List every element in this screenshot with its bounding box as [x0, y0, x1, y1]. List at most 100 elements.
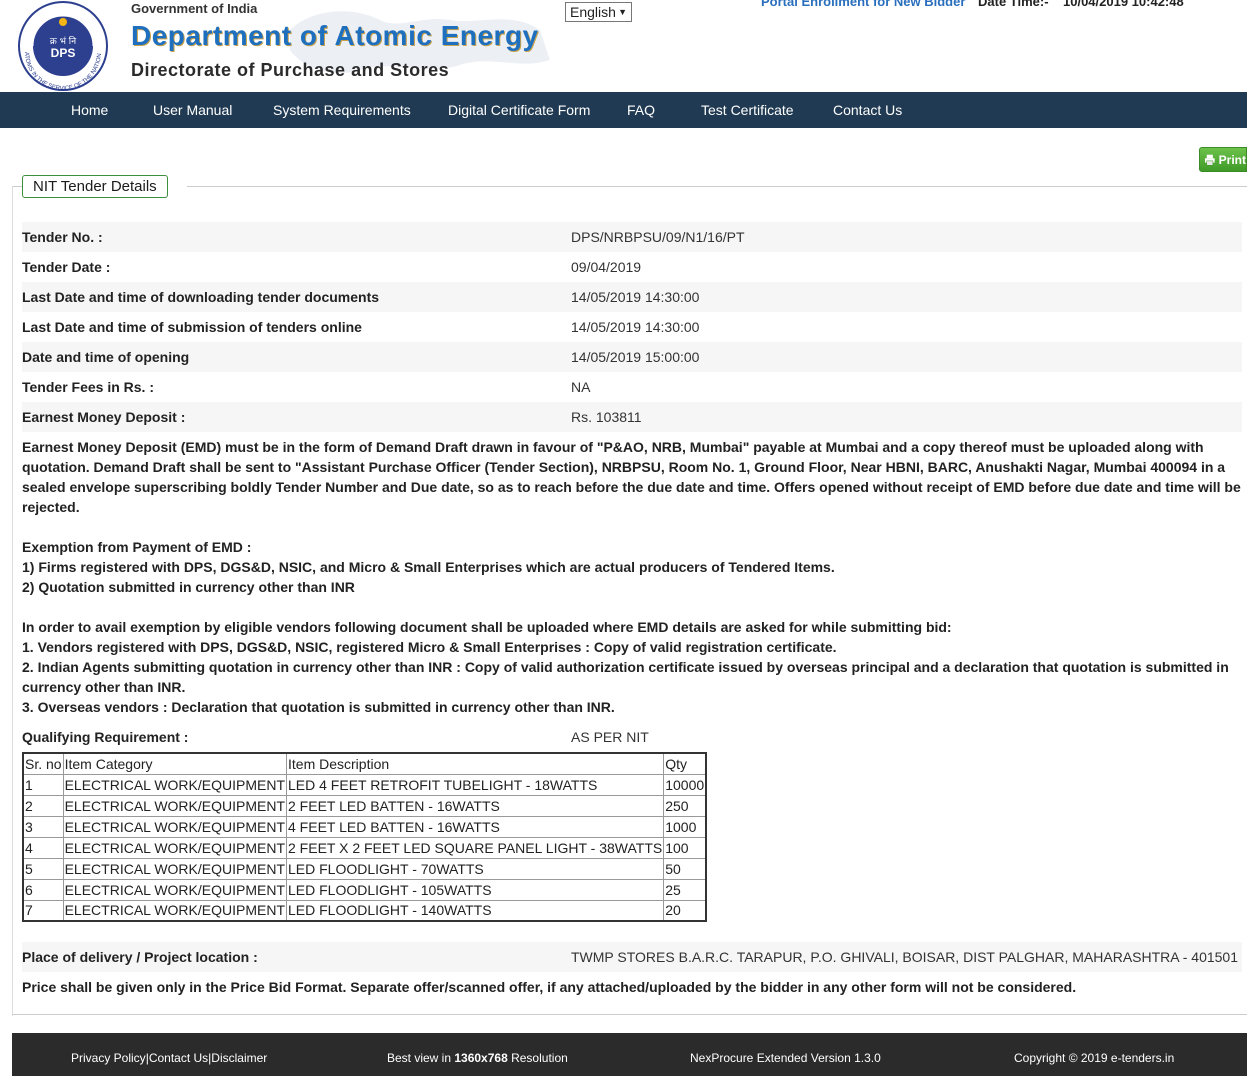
emd-line: In order to avail exemption by eligible … — [22, 619, 952, 635]
detail-label: Tender No. : — [22, 229, 103, 245]
table-cell: 5 — [22, 857, 64, 880]
table-cell: ELECTRICAL WORK/EQUIPMENT — [62, 857, 288, 880]
directorate-title: Directorate of Purchase and Stores — [131, 60, 450, 80]
table-cell: 1 — [22, 773, 64, 796]
disclaimer-link[interactable]: Disclaimer — [211, 1051, 267, 1065]
nav-faq[interactable]: FAQ — [627, 92, 655, 128]
version-text: NexProcure Extended Version 1.3.0 — [690, 1051, 881, 1065]
table-cell: LED FLOODLIGHT - 105WATTS — [285, 878, 665, 901]
detail-value: 14/05/2019 15:00:00 — [571, 349, 700, 365]
table-cell: 50 — [663, 857, 707, 880]
table-cell: ELECTRICAL WORK/EQUIPMENT — [62, 794, 288, 817]
detail-row-opening-date: Date and time of opening 14/05/2019 15:0… — [22, 342, 1242, 372]
detail-label: Qualifying Requirement : — [22, 729, 189, 745]
table-cell: 10000 — [663, 773, 707, 796]
best-view-suffix: Resolution — [507, 1051, 568, 1065]
emd-line: currency other than INR. — [22, 679, 186, 695]
table-cell: 2 FEET LED BATTEN - 16WATTS — [285, 794, 665, 817]
table-cell: 7 — [22, 899, 64, 922]
detail-value: 09/04/2019 — [571, 259, 642, 275]
emd-line: 1. Vendors registered with DPS, DGS&D, N… — [22, 639, 837, 655]
table-cell: 4 — [22, 836, 64, 859]
table-row: 2 ELECTRICAL WORK/EQUIPMENT 2 FEET LED B… — [22, 794, 707, 817]
nav-test-certificate[interactable]: Test Certificate — [701, 92, 794, 128]
table-row: 5 ELECTRICAL WORK/EQUIPMENT LED FLOODLIG… — [22, 857, 707, 880]
language-select[interactable]: English ▼ — [565, 2, 632, 22]
nav-contact-us[interactable]: Contact Us — [833, 92, 902, 128]
detail-label: Tender Date : — [22, 259, 111, 275]
fieldset-top-border — [187, 186, 1247, 187]
detail-value: Rs. 103811 — [571, 409, 642, 425]
print-button[interactable]: Print — [1199, 147, 1247, 172]
copyright-text: Copyright © 2019 e-tenders.in — [1014, 1051, 1175, 1065]
emd-line: Exemption from Payment of EMD : — [22, 539, 252, 555]
privacy-policy-link[interactable]: Privacy Policy — [71, 1051, 146, 1065]
table-cell: LED FLOODLIGHT - 140WATTS — [285, 899, 665, 922]
items-table: Sr. no Item Category Item Description Qt… — [22, 752, 708, 922]
column-header: Item Category — [62, 752, 288, 775]
detail-label: Last Date and time of submission of tend… — [22, 319, 362, 335]
column-header: Item Description — [285, 752, 665, 775]
table-row: 6 ELECTRICAL WORK/EQUIPMENT LED FLOODLIG… — [22, 878, 707, 901]
column-header: Qty — [663, 752, 707, 775]
detail-row-tender-no: Tender No. : DPS/NRBPSU/09/N1/16/PT — [22, 222, 1242, 252]
detail-row-emd: Earnest Money Deposit : Rs. 103811 — [22, 402, 1242, 432]
table-row: 3 ELECTRICAL WORK/EQUIPMENT 4 FEET LED B… — [22, 815, 707, 838]
footer-divider — [12, 1014, 1247, 1015]
table-cell: 2 FEET X 2 FEET LED SQUARE PANEL LIGHT -… — [285, 836, 665, 859]
print-label: Print — [1218, 152, 1246, 167]
table-cell: ELECTRICAL WORK/EQUIPMENT — [62, 878, 288, 901]
government-label: Government of India — [131, 1, 258, 16]
table-cell: 250 — [663, 794, 707, 817]
nav-digital-certificate-form[interactable]: Digital Certificate Form — [448, 92, 590, 128]
detail-label: Tender Fees in Rs. : — [22, 379, 154, 395]
detail-row-download-deadline: Last Date and time of downloading tender… — [22, 282, 1242, 312]
detail-value: 14/05/2019 14:30:00 — [571, 289, 700, 305]
table-row: 4 ELECTRICAL WORK/EQUIPMENT 2 FEET X 2 F… — [22, 836, 707, 859]
best-view-prefix: Best view in — [387, 1051, 455, 1065]
table-cell: ELECTRICAL WORK/EQUIPMENT — [62, 836, 288, 859]
detail-row-tender-date: Tender Date : 09/04/2019 — [22, 252, 1242, 282]
table-cell: 3 — [22, 815, 64, 838]
detail-row-tender-fees: Tender Fees in Rs. : NA — [22, 372, 1242, 402]
table-cell: 1000 — [663, 815, 707, 838]
emd-line: quotation. Demand Draft shall be sent to… — [22, 459, 1226, 475]
detail-row-submission-deadline: Last Date and time of submission of tend… — [22, 312, 1242, 342]
detail-row-qualifying: Qualifying Requirement : AS PER NIT — [22, 722, 1242, 752]
section-title: NIT Tender Details — [22, 175, 168, 198]
table-cell: ELECTRICAL WORK/EQUIPMENT — [62, 815, 288, 838]
logo-hindi-text: क्र भं नि — [50, 35, 77, 47]
table-cell: 6 — [22, 878, 64, 901]
nav-user-manual[interactable]: User Manual — [153, 92, 232, 128]
detail-value: AS PER NIT — [571, 729, 649, 745]
main-navbar: Home User Manual System Requirements Dig… — [0, 92, 1247, 128]
footer-links: Privacy Policy|Contact Us|Disclaimer — [71, 1051, 267, 1065]
datetime-label: Date Time:- — [978, 0, 1049, 9]
contact-us-link[interactable]: Contact Us — [149, 1051, 208, 1065]
column-header: Sr. no — [22, 752, 64, 775]
emd-line: 2) Quotation submitted in currency other… — [22, 579, 355, 595]
site-footer: Privacy Policy|Contact Us|Disclaimer Bes… — [12, 1033, 1247, 1076]
nav-system-requirements[interactable]: System Requirements — [273, 92, 411, 128]
detail-label: Date and time of opening — [22, 349, 190, 365]
printer-icon — [1205, 154, 1215, 166]
datetime-value: 10/04/2019 10:42:48 — [1063, 0, 1184, 9]
detail-value: TWMP STORES B.A.R.C. TARAPUR, P.O. GHIVA… — [571, 949, 1238, 965]
detail-value: DPS/NRBPSU/09/N1/16/PT — [571, 229, 745, 245]
table-row: 7 ELECTRICAL WORK/EQUIPMENT LED FLOODLIG… — [22, 899, 707, 922]
detail-value: 14/05/2019 14:30:00 — [571, 319, 700, 335]
detail-label: Last Date and time of downloading tender… — [22, 289, 380, 305]
enrollment-link[interactable]: Portal Enrollment for New Bidder — [761, 0, 965, 9]
detail-value: NA — [571, 379, 591, 395]
chevron-down-icon: ▼ — [618, 7, 627, 17]
emd-line: sealed envelope superscribing boldly Ten… — [22, 479, 1241, 495]
table-cell: LED 4 FEET RETROFIT TUBELIGHT - 18WATTS — [285, 773, 665, 796]
emd-instructions: Earnest Money Deposit (EMD) must be in t… — [22, 437, 1244, 717]
table-cell: 100 — [663, 836, 707, 859]
table-cell: ELECTRICAL WORK/EQUIPMENT — [62, 773, 288, 796]
table-cell: ELECTRICAL WORK/EQUIPMENT — [62, 899, 288, 922]
table-header-row: Sr. no Item Category Item Description Qt… — [22, 752, 707, 775]
table-cell: 2 — [22, 794, 64, 817]
nav-home[interactable]: Home — [71, 92, 108, 128]
emd-line: rejected. — [22, 499, 80, 515]
